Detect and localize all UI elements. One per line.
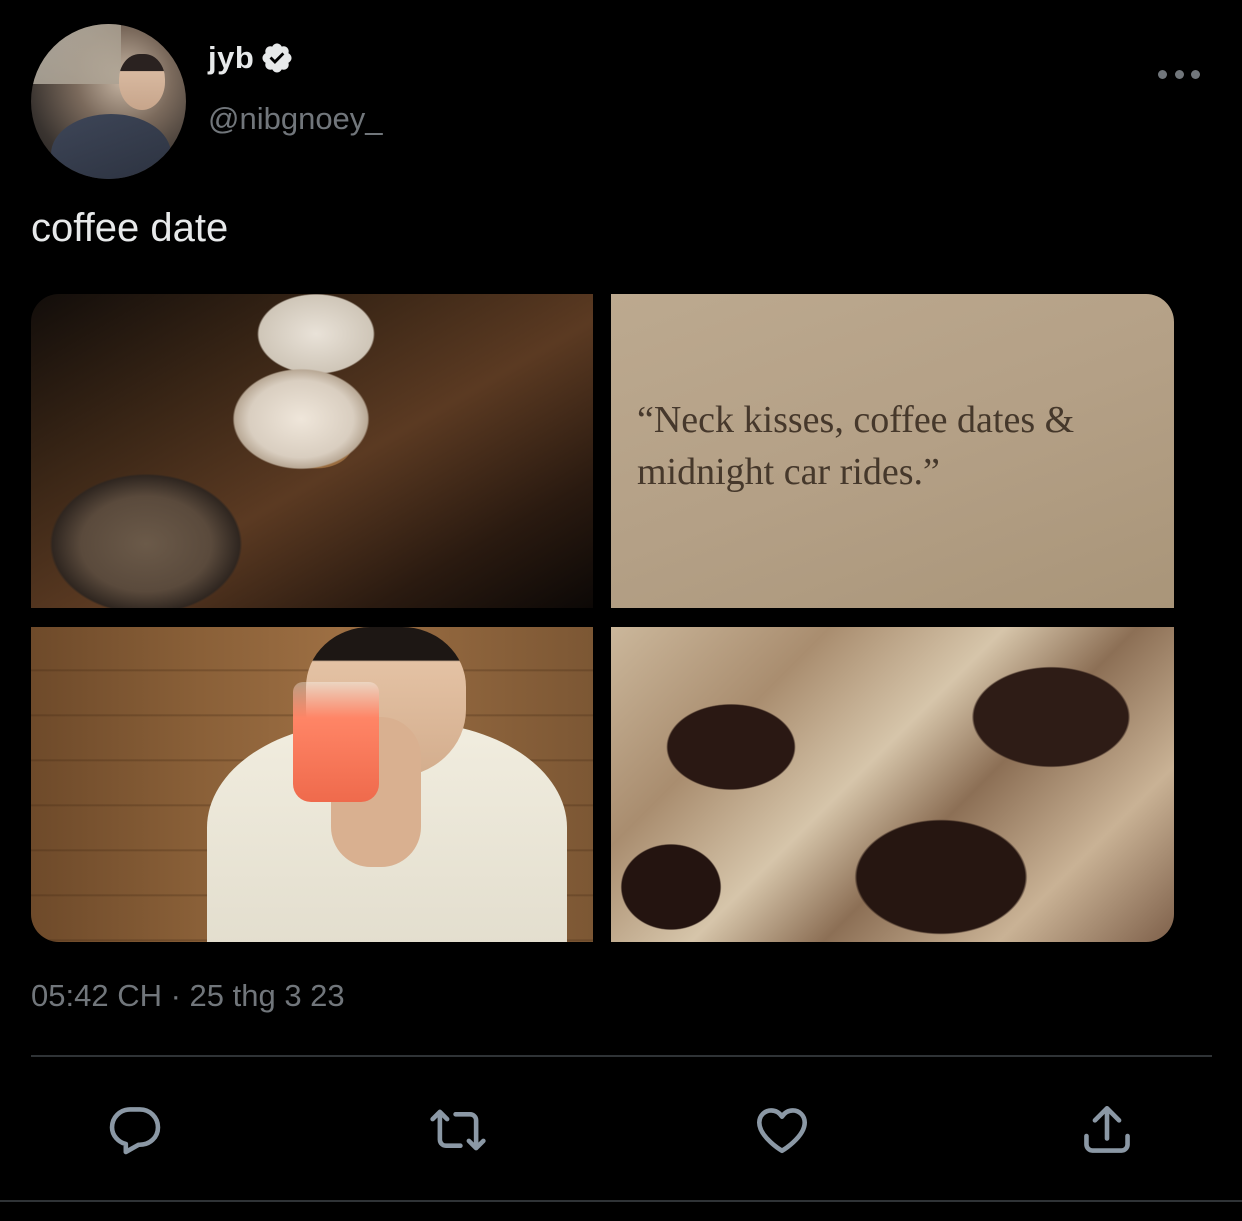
more-dot — [1174, 69, 1184, 79]
author-display-name[interactable]: jyb — [208, 40, 254, 76]
share-button[interactable] — [1077, 1100, 1137, 1160]
media-quote-text: “Neck kisses, coffee dates & midnight ca… — [637, 399, 1075, 493]
more-dot — [1158, 69, 1167, 79]
retweet-button[interactable] — [428, 1100, 488, 1160]
media-photo-quote[interactable]: “Neck kisses, coffee dates & midnight ca… — [611, 294, 1174, 608]
share-icon — [1084, 1105, 1130, 1153]
author-name-row: jyb — [208, 40, 294, 76]
verified-badge-icon — [260, 41, 294, 75]
avatar-head — [119, 54, 165, 110]
tweet-card: jyb @nibgnoey_ coffee date “Neck kisses,… — [0, 0, 1242, 1221]
tweet-timestamp[interactable]: 05:42 CH · 25 thg 3 23 — [31, 978, 345, 1014]
avatar-background — [31, 24, 121, 84]
media-grid: “Neck kisses, coffee dates & midnight ca… — [31, 294, 1174, 942]
divider — [31, 1055, 1212, 1057]
reply-icon — [109, 1107, 161, 1155]
photo-glass — [293, 682, 379, 802]
media-photo-iced-coffee[interactable] — [611, 627, 1174, 942]
avatar[interactable] — [31, 24, 186, 179]
media-photo-coffee-cups[interactable] — [31, 294, 593, 608]
more-dot — [1191, 69, 1200, 79]
avatar-shirt — [51, 114, 171, 179]
reply-button[interactable] — [105, 1100, 165, 1160]
like-button[interactable] — [752, 1100, 812, 1160]
heart-icon — [756, 1108, 808, 1154]
tweet-text: coffee date — [31, 206, 229, 250]
retweet-icon — [430, 1109, 486, 1151]
divider-bottom — [0, 1200, 1242, 1202]
media-photo-person-drinking[interactable] — [31, 627, 593, 942]
more-options-icon[interactable] — [1158, 62, 1200, 86]
author-handle[interactable]: @nibgnoey_ — [208, 101, 383, 137]
